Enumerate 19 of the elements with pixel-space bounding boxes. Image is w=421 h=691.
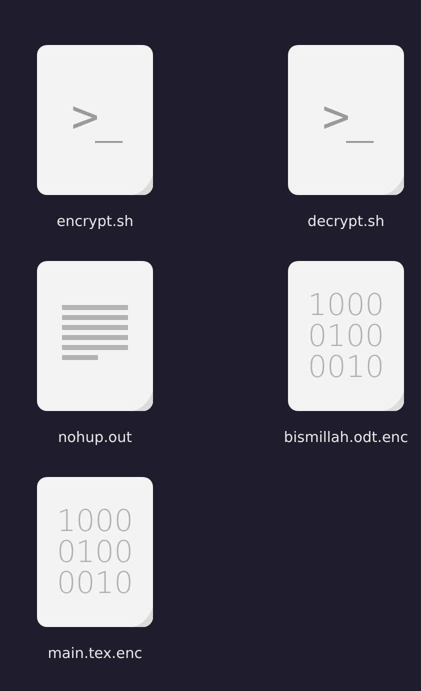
page-curl-icon xyxy=(384,175,404,195)
terminal-glyph: >_ xyxy=(322,89,370,143)
file-name: bismillah.odt.enc xyxy=(284,429,408,447)
page-curl-icon xyxy=(133,391,153,411)
binary-text: 1000 0100 0010 xyxy=(308,290,384,382)
file-thumbnail[interactable]: >_ xyxy=(37,45,153,195)
file-name: encrypt.sh xyxy=(56,213,134,231)
file-thumbnail[interactable]: >_ xyxy=(288,45,404,195)
file-name: nohup.out xyxy=(58,429,132,447)
file-name: decrypt.sh xyxy=(308,213,384,231)
page-curl-icon xyxy=(384,391,404,411)
terminal-glyph: >_ xyxy=(71,89,119,143)
file-thumbnail[interactable] xyxy=(37,261,153,411)
page-curl-icon xyxy=(133,607,153,627)
file-thumbnail[interactable]: 1000 0100 0010 xyxy=(37,477,153,627)
file-name: main.tex.enc xyxy=(48,645,142,663)
binary-text: 1000 0100 0010 xyxy=(56,506,134,598)
page-curl-icon xyxy=(133,175,153,195)
file-thumbnail[interactable]: 1000 0100 0010 xyxy=(288,261,404,411)
